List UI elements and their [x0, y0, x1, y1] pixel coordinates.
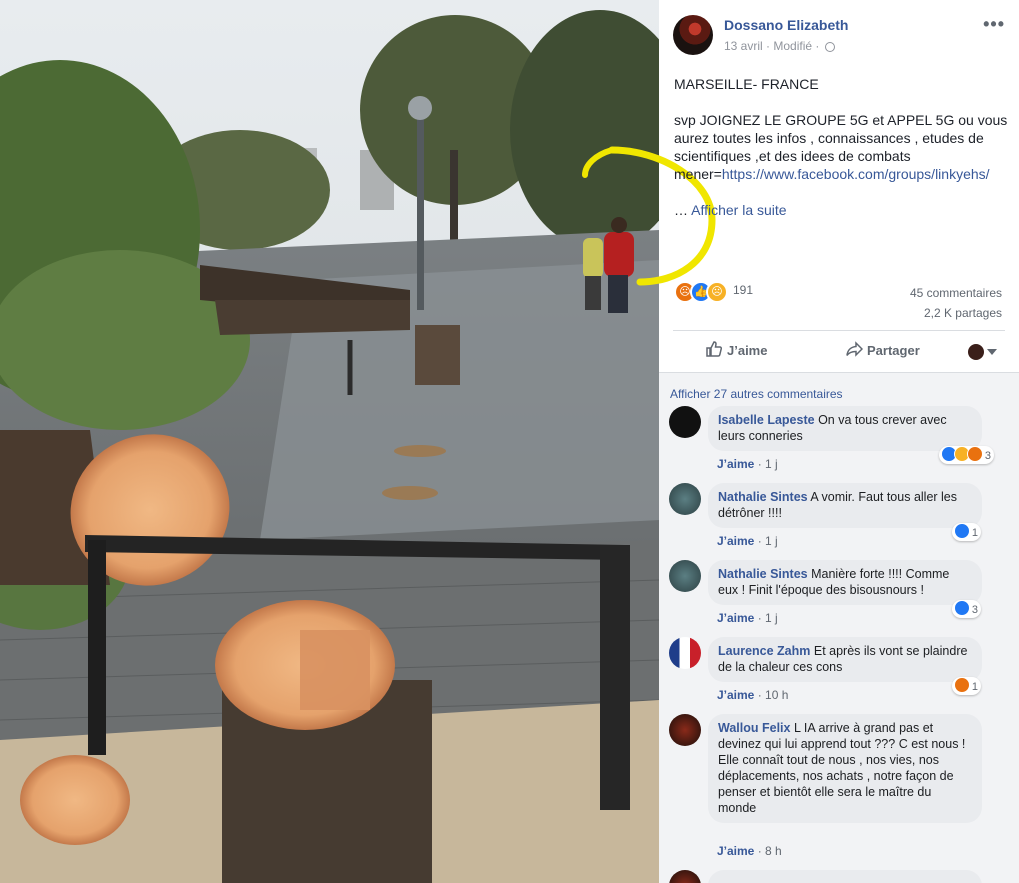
comment-bubble: Nathalie Sintes A vomir. Faut tous aller…: [708, 483, 982, 528]
commenter-name[interactable]: Isabelle Lapeste: [718, 413, 815, 427]
comments-section: Afficher 27 autres commentaires Isabelle…: [659, 372, 1019, 883]
author-name[interactable]: Dossano Elizabeth: [724, 17, 848, 33]
comment-time[interactable]: 8 h: [765, 844, 782, 858]
comment-bubble: Nathalie Sintes Manière forte !!!! Comme…: [708, 560, 982, 605]
comment-footer: J’aime · 1 j: [717, 534, 778, 548]
comment-like-link[interactable]: J’aime: [717, 457, 754, 471]
shares-count[interactable]: 2,2 K partages: [910, 303, 1002, 323]
comment-like-link[interactable]: J’aime: [717, 611, 754, 625]
author-avatar[interactable]: [673, 15, 713, 55]
comment-footer: J’aime · 10 h: [717, 688, 789, 702]
comment-bubble: Laurence Zahm Et après ils vont se plain…: [708, 637, 982, 682]
commenter-avatar[interactable]: [669, 483, 701, 515]
reaction-count: 191: [733, 283, 754, 297]
sad-reaction-icon: ☹: [706, 281, 728, 303]
post-link[interactable]: https://www.facebook.com/groups/linkyehs…: [722, 166, 990, 182]
comment-reactions[interactable]: 3: [938, 446, 994, 464]
divider: [673, 330, 1005, 331]
commenter-avatar[interactable]: [669, 714, 701, 746]
like-button[interactable]: J’aime: [705, 340, 767, 361]
comment-time[interactable]: 1 j: [765, 457, 778, 471]
comment-bubble: [708, 870, 982, 883]
comment-as-selector[interactable]: [968, 343, 997, 361]
comment-like-link[interactable]: J’aime: [717, 688, 754, 702]
post-panel: Dossano Elizabeth 13 avril · Modifié · •…: [659, 0, 1019, 883]
profile-avatar: [968, 343, 984, 360]
engagement-counts: 45 commentaires 2,2 K partages: [910, 283, 1002, 323]
commenter-avatar[interactable]: [669, 560, 701, 592]
comment-reactions[interactable]: 3: [951, 600, 981, 618]
post-text: MARSEILLE- FRANCE svp JOIGNEZ LE GROUPE …: [674, 75, 1009, 237]
comment-footer: J’aime · 1 j: [717, 611, 778, 625]
comment-text-continued: Elle connaît tout de nous , nos vies, no…: [718, 753, 954, 815]
globe-icon[interactable]: [824, 42, 835, 52]
comment-time[interactable]: 1 j: [765, 534, 778, 548]
post-photo[interactable]: [0, 0, 659, 883]
post-date[interactable]: 13 avril: [724, 39, 763, 53]
comment-time[interactable]: 10 h: [765, 688, 788, 702]
comment-reactions[interactable]: 1: [951, 677, 981, 695]
post-modified[interactable]: Modifié: [773, 39, 812, 53]
like-reaction-icon: [953, 600, 970, 616]
commenter-name[interactable]: Nathalie Sintes: [718, 490, 808, 504]
commenter-avatar[interactable]: [669, 637, 701, 669]
angry-reaction-icon: [953, 677, 970, 693]
post-actions: J’aime Partager: [673, 340, 1005, 364]
see-more-row: … Afficher la suite: [674, 202, 787, 218]
angry-reaction-icon: [966, 446, 983, 462]
comment-like-link[interactable]: J’aime: [717, 844, 754, 858]
more-comments-link[interactable]: Afficher 27 autres commentaires: [670, 387, 843, 401]
comment-like-link[interactable]: J’aime: [717, 534, 754, 548]
commenter-name[interactable]: Laurence Zahm: [718, 644, 810, 658]
commenter-name[interactable]: Nathalie Sintes: [718, 567, 808, 581]
share-button[interactable]: Partager: [845, 340, 920, 361]
comment-time[interactable]: 1 j: [765, 611, 778, 625]
comment-footer: J’aime · 1 j: [717, 457, 778, 471]
more-options-icon[interactable]: •••: [983, 14, 1005, 35]
share-arrow-icon: [845, 340, 864, 361]
comment-bubble: Wallou Felix L IA arrive à grand pas et …: [708, 714, 982, 823]
photo-felled-trees: [0, 0, 659, 883]
caret-down-icon: [987, 348, 997, 355]
comment-reactions[interactable]: 1: [951, 523, 981, 541]
commenter-avatar[interactable]: [669, 406, 701, 438]
comment-bubble: Isabelle Lapeste On va tous crever avec …: [708, 406, 982, 451]
like-reaction-icon: [953, 523, 970, 539]
commenter-avatar[interactable]: [669, 870, 701, 883]
thumbs-up-icon: [705, 340, 723, 361]
comments-count[interactable]: 45 commentaires: [910, 283, 1002, 303]
post-location: MARSEILLE- FRANCE: [674, 76, 819, 92]
post-meta: 13 avril · Modifié ·: [724, 39, 835, 53]
comment-footer: J’aime · 8 h: [717, 844, 782, 858]
post-header: Dossano Elizabeth 13 avril · Modifié · •…: [673, 14, 1005, 58]
post-body: svp JOIGNEZ LE GROUPE 5G et APPEL 5G ou …: [674, 112, 1008, 182]
see-more-link[interactable]: Afficher la suite: [691, 202, 786, 218]
commenter-name[interactable]: Wallou Felix: [718, 721, 790, 735]
